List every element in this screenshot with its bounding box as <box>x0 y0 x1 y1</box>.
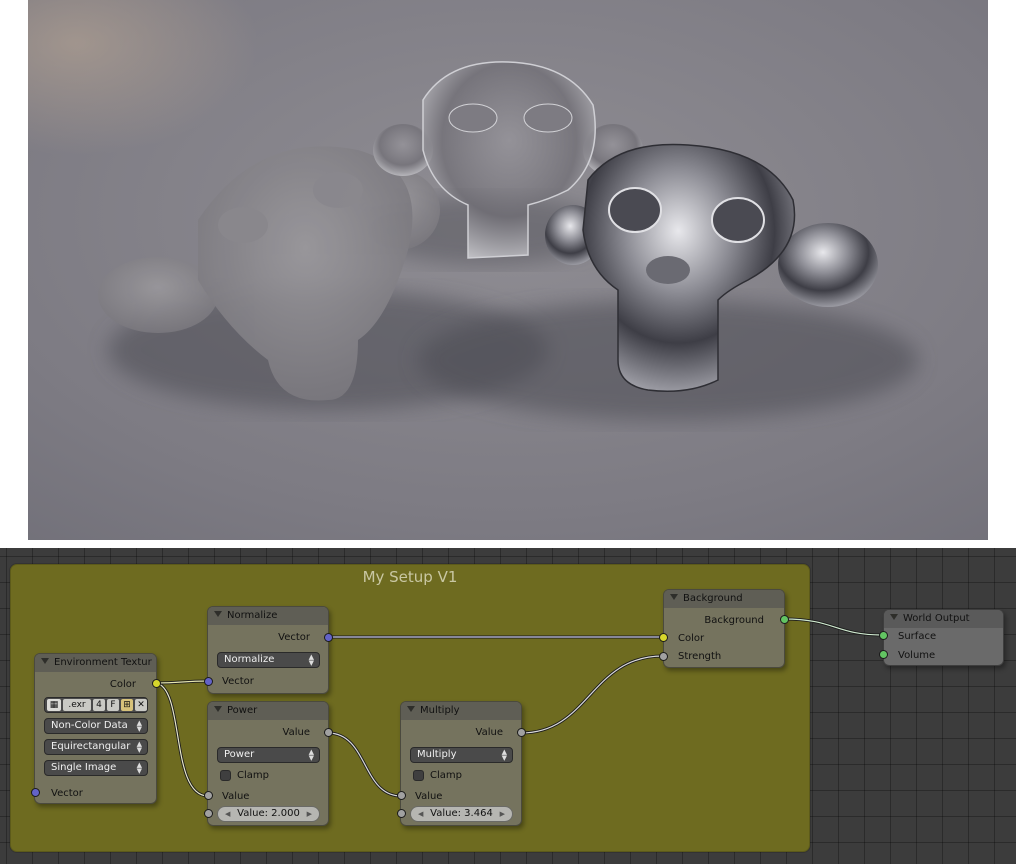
output-label-color: Color <box>109 679 136 690</box>
updown-icon: ▲ ▼ <box>308 748 314 762</box>
collapse-icon[interactable] <box>407 706 415 712</box>
updown-icon: ▲ ▼ <box>136 740 142 754</box>
input-label-color: Color <box>678 633 705 644</box>
socket-background-strength-in[interactable] <box>659 652 668 661</box>
input-label-surface: Surface <box>898 631 937 642</box>
collapse-icon[interactable] <box>890 614 898 620</box>
input-label-vector: Vector <box>222 676 254 687</box>
input-label-value: Value <box>415 791 443 802</box>
output-label-background: Background <box>704 615 764 626</box>
image-users[interactable]: 4 <box>93 699 105 711</box>
socket-env-color-out[interactable] <box>152 679 161 688</box>
socket-normalize-vector-out[interactable] <box>324 633 333 642</box>
socket-background-color-in[interactable] <box>659 633 668 642</box>
updown-icon: ▲ ▼ <box>501 748 507 762</box>
input-label-vector: Vector <box>51 788 83 799</box>
increment-arrow-icon[interactable]: ▶ <box>307 807 312 821</box>
socket-normalize-vector-in[interactable] <box>204 677 213 686</box>
collapse-icon[interactable] <box>670 594 678 600</box>
node-header[interactable]: Environment Textur <box>35 654 156 672</box>
operation-dropdown[interactable]: Normalize ▲ ▼ <box>217 652 320 668</box>
background-node[interactable]: Background Background Color Strength <box>663 589 785 668</box>
collapse-icon[interactable] <box>214 611 222 617</box>
output-label-vector: Vector <box>278 632 310 643</box>
clamp-label: Clamp <box>237 770 269 781</box>
socket-multiply-value-out[interactable] <box>517 728 526 737</box>
socket-multiply-value-in-2[interactable] <box>397 809 406 818</box>
render-preview <box>28 0 988 540</box>
output-label-value: Value <box>475 727 503 738</box>
node-editor[interactable]: My Setup V1 Environment Textur Color ▦ .… <box>0 548 1016 864</box>
socket-env-vector-in[interactable] <box>31 788 40 797</box>
operation-dropdown[interactable]: Multiply ▲ ▼ <box>410 747 513 763</box>
image-browse-icon[interactable]: ▦ <box>47 699 61 711</box>
value-slider[interactable]: ◀ Value: 3.464 ▶ <box>410 806 513 822</box>
socket-background-out[interactable] <box>780 615 789 624</box>
input-label-value: Value <box>222 791 250 802</box>
output-label-value: Value <box>282 727 310 738</box>
increment-arrow-icon[interactable]: ▶ <box>500 807 505 821</box>
node-header[interactable]: Multiply <box>401 702 521 720</box>
environment-texture-node[interactable]: Environment Textur Color ▦ .exr 4 F ⊞ ✕ … <box>34 653 157 804</box>
render-scene <box>98 61 918 420</box>
socket-world-surface-in[interactable] <box>879 631 888 640</box>
node-title: Environment Textur <box>54 657 152 668</box>
clamp-label: Clamp <box>430 770 462 781</box>
projection-dropdown[interactable]: Equirectangular ▲ ▼ <box>44 739 148 755</box>
clamp-checkbox[interactable] <box>220 770 231 781</box>
updown-icon: ▲ ▼ <box>308 653 314 667</box>
unlink-image-icon[interactable]: ✕ <box>135 699 147 711</box>
node-header[interactable]: Normalize <box>208 607 328 625</box>
multiply-node[interactable]: Multiply Value Multiply ▲ ▼ Clamp Value ◀ V… <box>400 701 522 826</box>
input-label-volume: Volume <box>898 650 936 661</box>
updown-icon: ▲ ▼ <box>136 719 142 733</box>
clamp-checkbox[interactable] <box>413 770 424 781</box>
socket-power-value-in-1[interactable] <box>204 791 213 800</box>
operation-dropdown[interactable]: Power ▲ ▼ <box>217 747 320 763</box>
collapse-icon[interactable] <box>214 706 222 712</box>
fake-user-toggle[interactable]: F <box>107 699 119 711</box>
color-space-dropdown[interactable]: Non-Color Data ▲ ▼ <box>44 718 148 734</box>
node-header[interactable]: World Output <box>884 610 1003 628</box>
socket-world-volume-in[interactable] <box>879 650 888 659</box>
node-header[interactable]: Power <box>208 702 328 720</box>
input-label-strength: Strength <box>678 651 722 662</box>
node-header[interactable]: Background <box>664 590 784 608</box>
node-title: Background <box>683 593 743 604</box>
value-slider[interactable]: ◀ Value: 2.000 ▶ <box>217 806 320 822</box>
node-title: World Output <box>903 613 970 624</box>
node-title: Normalize <box>227 610 278 621</box>
collapse-icon[interactable] <box>41 658 49 664</box>
socket-power-value-in-2[interactable] <box>204 809 213 818</box>
node-title: Power <box>227 705 258 716</box>
image-name[interactable]: .exr <box>63 699 91 711</box>
world-output-node[interactable]: World Output Surface Volume <box>883 609 1004 666</box>
power-node[interactable]: Power Value Power ▲ ▼ Clamp Value ◀ Value: … <box>207 701 329 826</box>
updown-icon: ▲ ▼ <box>136 761 142 775</box>
open-image-icon[interactable]: ⊞ <box>121 699 133 711</box>
normalize-node[interactable]: Normalize Vector Normalize ▲ ▼ Vector <box>207 606 329 694</box>
socket-power-value-out[interactable] <box>324 728 333 737</box>
decrement-arrow-icon[interactable]: ◀ <box>225 807 230 821</box>
node-title: Multiply <box>420 705 460 716</box>
socket-multiply-value-in-1[interactable] <box>397 791 406 800</box>
decrement-arrow-icon[interactable]: ◀ <box>418 807 423 821</box>
image-selector[interactable]: ▦ .exr 4 F ⊞ ✕ <box>44 697 148 713</box>
source-dropdown[interactable]: Single Image ▲ ▼ <box>44 760 148 776</box>
